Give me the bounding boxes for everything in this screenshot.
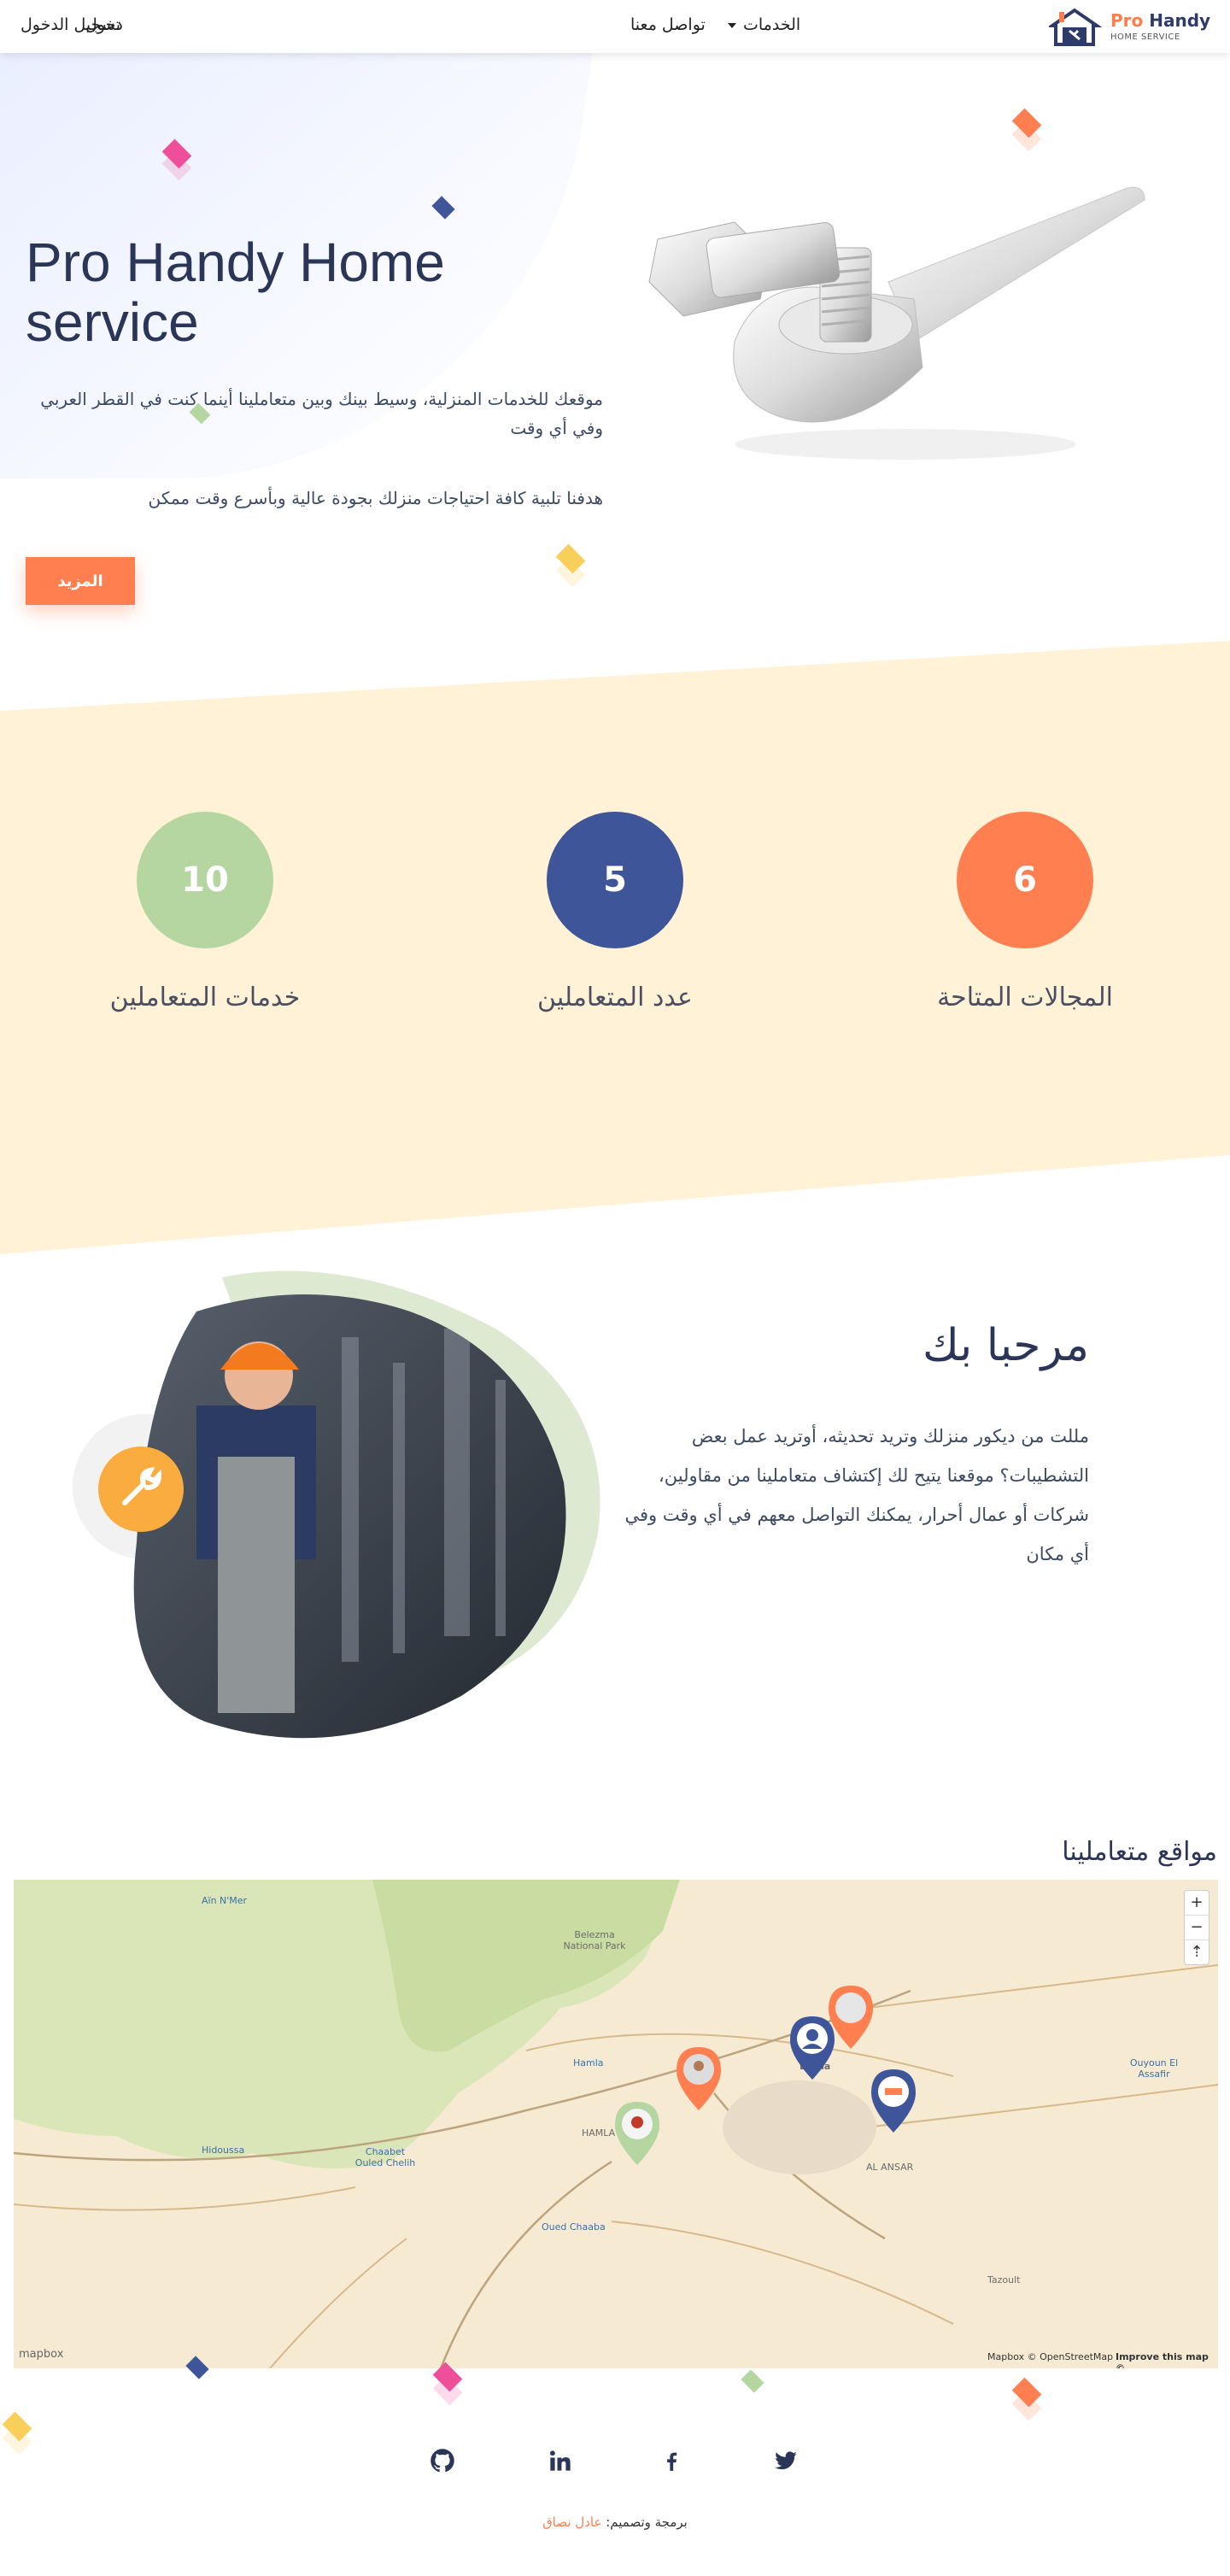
- navbar: دخول تسجيل الدخول تواصل معنا الخدمات Pro…: [0, 0, 1230, 53]
- improve-map-link[interactable]: Improve this map ©: [1116, 2351, 1218, 2368]
- zoom-in-button[interactable]: +: [1185, 1891, 1209, 1916]
- contact-link[interactable]: تواصل معنا: [630, 15, 706, 34]
- stat-label: عدد المتعاملين: [537, 983, 693, 1012]
- worker-photo: [73, 1270, 600, 1739]
- github-icon: [430, 2449, 454, 2473]
- stat-circle: 5: [547, 812, 683, 948]
- house-logo-icon[interactable]: [1049, 7, 1102, 46]
- map-label: HAMLA: [582, 2127, 616, 2139]
- stat-label: المجالات المتاحة: [937, 983, 1113, 1012]
- welcome-paragraph: مللت من ديكور منزلك وتريد تحديثه، أوتريد…: [624, 1426, 1090, 1564]
- map-controls: + − ⇡: [1184, 1890, 1210, 1965]
- caret-down-icon: [728, 22, 736, 28]
- brand-tagline: HOME SERVICE: [1110, 32, 1180, 42]
- more-button[interactable]: المزيد: [26, 557, 135, 605]
- footer-credit: برمجة وتصميم: عادل نصاق: [0, 2514, 1230, 2530]
- credit-prefix: برمجة وتصميم:: [606, 2514, 688, 2530]
- map-label: Hidoussa: [202, 2145, 245, 2156]
- stat-circle: 6: [957, 812, 1093, 948]
- stat-circle: 10: [137, 812, 273, 948]
- hero-paragraph-2: هدفنا تلبية كافة احتياجات منزلك بجودة عا…: [148, 488, 603, 508]
- green-diamond-decoration: [741, 2369, 764, 2393]
- services-label: الخدمات: [743, 15, 801, 34]
- twitter-icon: [775, 2451, 797, 2470]
- map-label: Tazoult: [987, 2274, 1021, 2286]
- mapbox-logo[interactable]: mapbox: [19, 2348, 63, 2361]
- hero-paragraph-1: موقعك للخدمات المنزلية، وسيط بينك وبين م…: [40, 389, 603, 438]
- zoom-out-button[interactable]: −: [1185, 1916, 1209, 1940]
- map-title: مواقع متعاملينا: [1062, 1837, 1217, 1867]
- facebook-link[interactable]: [654, 2444, 688, 2478]
- map-pin-green[interactable]: [612, 2100, 663, 2168]
- linkedin-icon: [549, 2450, 571, 2471]
- github-link[interactable]: [425, 2444, 460, 2478]
- wrench-bolt-illustration: [648, 186, 1145, 460]
- partners-map[interactable]: Aïn N'Mer Belezma National Park Hamla HA…: [14, 1880, 1218, 2368]
- author-link[interactable]: عادل نصاق: [542, 2514, 601, 2530]
- reset-north-button[interactable]: ⇡: [1185, 1940, 1209, 1964]
- hero-title: Pro Handy Home service: [26, 232, 445, 353]
- twitter-link[interactable]: [769, 2444, 803, 2478]
- map-label: AL ANSAR: [866, 2162, 914, 2173]
- map-pin-orange[interactable]: [673, 2045, 724, 2114]
- map-label: Hamla: [573, 2057, 604, 2068]
- facebook-icon: [667, 2452, 677, 2471]
- map-label: Oued Chaaba: [542, 2221, 606, 2233]
- map-label: Chaabet Ouled Chelih: [354, 2146, 416, 2168]
- map-label: Belezma National Park: [563, 1929, 626, 1951]
- map-attribution[interactable]: Mapbox © OpenStreetMap: [987, 2351, 1113, 2362]
- map-pin-navy[interactable]: [868, 2068, 919, 2136]
- map-pin-navy[interactable]: [787, 2015, 838, 2083]
- stats-background-shape: [0, 641, 1230, 1254]
- map-label: Aïn N'Mer: [202, 1895, 248, 1906]
- linkedin-link[interactable]: [543, 2444, 577, 2478]
- stat-label: خدمات المتعاملين: [109, 983, 301, 1012]
- register-link[interactable]: تسجيل الدخول: [20, 15, 120, 34]
- map-label: Ouyoun El Assafir: [1129, 2057, 1179, 2080]
- welcome-title: مرحبا بك: [922, 1320, 1089, 1371]
- brand-name: Pro Handy: [1110, 10, 1211, 31]
- services-dropdown[interactable]: الخدمات: [728, 15, 800, 34]
